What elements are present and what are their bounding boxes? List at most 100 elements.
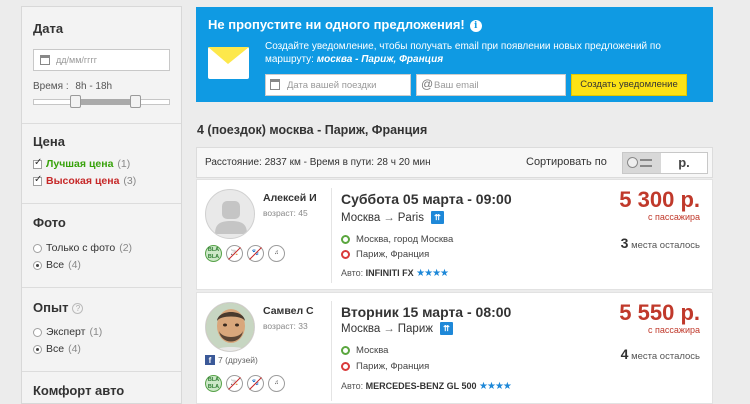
- divider: [22, 371, 181, 372]
- car-model: MERCEDES-BENZ GL 500: [365, 381, 477, 391]
- pickup-text: Москва, город Москва: [356, 234, 454, 245]
- photo-option-only[interactable]: Только с фото (2): [33, 242, 132, 254]
- driver-age: возраст: 33: [263, 321, 308, 331]
- divider: [22, 287, 181, 288]
- experience-option-all[interactable]: Все (4): [33, 343, 81, 355]
- expert-count: (1): [89, 326, 103, 338]
- price-option-high[interactable]: Высокая цена (3): [33, 174, 137, 187]
- photo-option-all[interactable]: Все (4): [33, 259, 81, 271]
- date-input[interactable]: дд/мм/гггг: [33, 49, 170, 71]
- price-per-passenger: с пассажира: [648, 212, 700, 222]
- avatar-placeholder[interactable]: [205, 189, 255, 239]
- alert-title-text: Не пропустите ни одного предложения!: [208, 17, 465, 32]
- avatar[interactable]: [205, 302, 255, 352]
- driver-name[interactable]: Алексей И: [263, 192, 317, 204]
- route-from: Москва: [341, 322, 381, 335]
- pickup-text: Москва: [356, 345, 389, 356]
- sort-by-price-button[interactable]: р.: [661, 153, 707, 173]
- checkbox-best-price[interactable]: [33, 157, 42, 169]
- radio-photo-all[interactable]: [33, 260, 42, 270]
- dropoff-text: Париж, Франция: [356, 249, 430, 260]
- driver-name[interactable]: Самвел С: [263, 305, 314, 317]
- photo-all-label: Все: [46, 259, 65, 271]
- dropoff-point: Париж, Франция: [341, 361, 429, 372]
- car-label: Авто:: [341, 381, 364, 391]
- no-smoking-icon: 🚬: [226, 245, 243, 262]
- time-filter-label: Время : 8h - 18h: [33, 81, 112, 92]
- trip-datetime[interactable]: Суббота 05 марта - 09:00: [341, 191, 512, 207]
- car-model: INFINITI FX: [365, 268, 414, 278]
- experience-title-text: Опыт: [33, 300, 69, 315]
- photo-all-count: (4): [68, 259, 81, 271]
- divider: [22, 123, 181, 124]
- trip-card[interactable]: Алексей И возраст: 45 BLA BLA 🚬 🐾 ♫ Суббо…: [196, 179, 713, 290]
- comfort-filter-title: Комфорт авто: [33, 383, 125, 398]
- calendar-icon: [40, 55, 50, 65]
- high-price-count: (3): [123, 175, 137, 187]
- email-placeholder: Ваш email: [434, 80, 479, 91]
- experience-all-count: (4): [68, 343, 81, 355]
- expert-label: Эксперт: [46, 326, 86, 338]
- time-range-value: 8h - 18h: [75, 81, 113, 92]
- no-pets-icon: 🐾: [247, 375, 264, 392]
- trip-card[interactable]: Самвел С возраст: 33 f 7 (друзей) BLA BLA…: [196, 292, 713, 404]
- seats-text: места осталось: [631, 351, 700, 362]
- calendar-icon: [270, 79, 280, 90]
- email-input[interactable]: @ Ваш email: [416, 74, 566, 96]
- radio-photo-only[interactable]: [33, 243, 42, 253]
- bla-bla-icon: BLA BLA: [205, 245, 222, 262]
- high-price-label: Высокая цена: [46, 175, 120, 187]
- price-option-best[interactable]: Лучшая цена (1): [33, 157, 131, 170]
- sort-label: Сортировать по: [526, 156, 607, 168]
- green-dot-icon: [341, 235, 350, 244]
- trip-route: Москва → Париж ⇈: [341, 322, 453, 335]
- user-silhouette-icon: [215, 201, 247, 234]
- create-alert-button[interactable]: Создать уведомление: [571, 74, 687, 96]
- highway-icon: ⇈: [430, 211, 444, 224]
- car-rating-stars: ★★★★: [416, 268, 449, 279]
- time-slider-handle-max[interactable]: [130, 95, 141, 108]
- bla-bla-icon: BLA BLA: [205, 375, 222, 392]
- filters-sidebar: Дата дд/мм/гггг Время : 8h - 18h Цена Лу…: [21, 6, 182, 404]
- trip-datetime[interactable]: Вторник 15 марта - 08:00: [341, 304, 511, 320]
- trip-price: 5 300 р.: [619, 187, 700, 212]
- at-icon: @: [421, 77, 434, 91]
- experience-all-label: Все: [46, 343, 65, 355]
- best-price-count: (1): [117, 158, 131, 170]
- seats-left: 3 места осталось: [621, 235, 700, 251]
- no-smoking-icon: 🚬: [226, 375, 243, 392]
- facebook-friends: f 7 (друзей): [205, 355, 258, 365]
- trip-date-placeholder: Дата вашей поездки: [287, 80, 377, 91]
- route-to: Paris: [397, 211, 424, 224]
- date-placeholder: дд/мм/гггг: [56, 55, 98, 65]
- preferences: BLA BLA 🚬 🐾 ♫: [205, 375, 285, 392]
- experience-option-expert[interactable]: Эксперт (1): [33, 326, 102, 338]
- time-slider-range: [76, 99, 137, 105]
- price-filter-title: Цена: [33, 134, 65, 149]
- results-info-bar: Расстояние: 2837 км - Время в пути: 28 ч…: [196, 147, 713, 178]
- sort-toggle: р.: [622, 152, 708, 174]
- alert-title: Не пропустите ни одного предложения! i: [208, 17, 482, 32]
- route-to: Париж: [397, 322, 433, 335]
- arrow-right-icon: →: [383, 322, 395, 335]
- time-slider-handle-min[interactable]: [70, 95, 81, 108]
- seats-left: 4 места осталось: [621, 346, 700, 362]
- sort-by-time-button[interactable]: [623, 153, 661, 173]
- distance-info: Расстояние: 2837 км - Время в пути: 28 ч…: [205, 157, 431, 168]
- help-icon[interactable]: ?: [72, 303, 84, 314]
- facebook-icon: f: [205, 355, 215, 365]
- dropoff-text: Париж, Франция: [356, 361, 430, 372]
- checkbox-high-price[interactable]: [33, 174, 42, 186]
- friends-count: 7 (друзей): [218, 355, 258, 365]
- trip-date-input[interactable]: Дата вашей поездки: [265, 74, 411, 96]
- divider: [331, 188, 332, 283]
- seats-text: места осталось: [631, 240, 700, 251]
- pickup-point: Москва, город Москва: [341, 234, 453, 245]
- list-icon: [640, 159, 652, 167]
- divider: [22, 203, 181, 204]
- radio-experience-all[interactable]: [33, 344, 42, 354]
- radio-expert[interactable]: [33, 327, 42, 337]
- info-icon[interactable]: i: [469, 20, 482, 32]
- car-rating-stars: ★★★★: [479, 381, 512, 392]
- alert-description: Создайте уведомление, чтобы получать ema…: [265, 40, 705, 66]
